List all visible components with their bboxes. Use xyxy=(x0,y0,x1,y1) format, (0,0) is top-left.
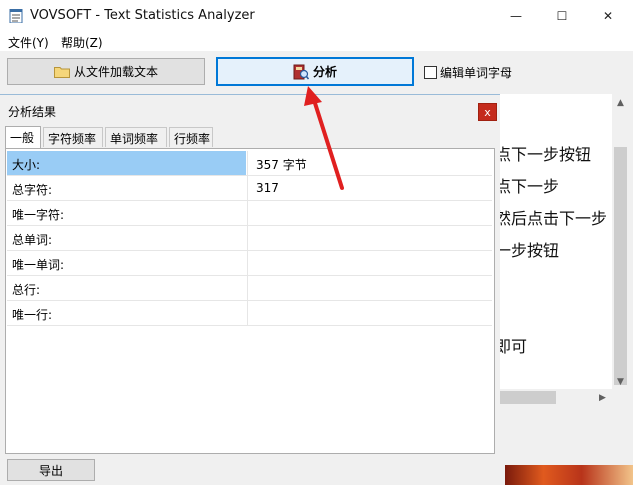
text-line: 点下一步 xyxy=(495,177,560,196)
stat-label: 总字符: xyxy=(12,183,53,197)
export-label: 导出 xyxy=(38,463,63,478)
stat-value xyxy=(247,276,492,300)
app-window: VOVSOFT - Text Statistics Analyzer — ☐ ✕… xyxy=(0,0,633,485)
close-icon: ✕ xyxy=(602,9,614,23)
table-row[interactable]: 总字符: 317 xyxy=(7,176,492,201)
vertical-scroll-thumb[interactable] xyxy=(614,147,627,385)
load-from-file-label: 从文件加载文本 xyxy=(73,65,158,79)
menu-help[interactable]: 帮助(Z) xyxy=(61,34,103,51)
analyze-label: 分析 xyxy=(312,65,337,79)
close-window-button[interactable]: ✕ xyxy=(585,0,631,32)
minimize-icon: — xyxy=(510,9,522,23)
results-close-button[interactable]: x xyxy=(478,103,497,121)
close-icon: x xyxy=(484,105,491,119)
stat-value xyxy=(247,201,492,225)
tab-word-frequency[interactable]: 单词频率 xyxy=(105,127,167,147)
analysis-results-panel: 分析结果 x 一般 字符频率 单词频率 行频率 大小: 357 字节 总字符: … xyxy=(0,94,500,485)
stat-value xyxy=(247,301,492,325)
horizontal-scroll-thumb[interactable] xyxy=(497,391,556,404)
scroll-up-icon[interactable]: ▲ xyxy=(612,94,629,111)
menu-bar: 文件(Y) 帮助(Z) xyxy=(0,32,633,51)
annotation-arrow xyxy=(304,86,344,190)
window-title: VOVSOFT - Text Statistics Analyzer xyxy=(30,8,255,23)
load-from-file-button[interactable]: 从文件加载文本 xyxy=(7,58,205,85)
menu-file[interactable]: 文件(Y) xyxy=(8,34,49,51)
export-button[interactable]: 导出 xyxy=(7,459,95,481)
results-title: 分析结果 xyxy=(8,105,57,119)
table-row[interactable]: 唯一单词: xyxy=(7,251,492,276)
stat-label: 唯一单词: xyxy=(12,258,65,272)
maximize-icon: ☐ xyxy=(556,9,568,23)
stat-label: 唯一字符: xyxy=(12,208,65,222)
analyze-button[interactable]: 分析 xyxy=(216,57,414,86)
edit-word-letters-label: 编辑单词字母 xyxy=(440,66,513,80)
stat-label: 唯一行: xyxy=(12,308,53,322)
maximize-button[interactable]: ☐ xyxy=(539,0,585,32)
tab-char-frequency[interactable]: 字符频率 xyxy=(43,127,103,147)
text-editor-area[interactable]: 点下一步按钮 点下一步 然后点击下一步 一步按钮 即可 xyxy=(494,94,612,406)
title-bar: VOVSOFT - Text Statistics Analyzer — ☐ ✕ xyxy=(0,0,633,32)
stat-label: 大小: xyxy=(7,151,246,175)
stat-value: 357 字节 xyxy=(247,151,492,175)
tab-line-frequency[interactable]: 行频率 xyxy=(169,127,213,147)
table-row[interactable]: 唯一字符: xyxy=(7,201,492,226)
stat-label: 总单词: xyxy=(12,233,53,247)
text-line: 一步按钮 xyxy=(495,241,560,260)
table-row[interactable]: 总行: xyxy=(7,276,492,301)
stat-label: 总行: xyxy=(12,283,41,297)
stats-grid[interactable]: 大小: 357 字节 总字符: 317 唯一字符: 总单词: 唯一单词: 总行: xyxy=(5,148,495,454)
stat-value: 317 xyxy=(247,176,492,200)
edit-word-letters-checkbox[interactable] xyxy=(424,66,437,79)
scroll-right-icon[interactable]: ▶ xyxy=(594,389,611,406)
table-row[interactable]: 总单词: xyxy=(7,226,492,251)
background-image-fragment xyxy=(505,465,633,485)
folder-icon xyxy=(53,66,70,78)
table-row[interactable]: 大小: 357 字节 xyxy=(7,151,492,176)
scroll-down-icon[interactable]: ▼ xyxy=(612,373,629,390)
edit-word-letters-option[interactable]: 编辑单词字母 xyxy=(424,64,512,81)
text-line: 点下一步按钮 xyxy=(495,145,592,164)
table-row[interactable]: 唯一行: xyxy=(7,301,492,326)
analyze-book-icon xyxy=(293,64,309,79)
stat-value xyxy=(247,251,492,275)
minimize-button[interactable]: — xyxy=(493,0,539,32)
vertical-scrollbar[interactable]: ▲ ▼ xyxy=(612,94,629,406)
text-line: 然后点击下一步 xyxy=(495,209,608,228)
horizontal-scrollbar[interactable]: ▶ xyxy=(494,389,612,406)
app-icon xyxy=(9,9,23,23)
tab-general[interactable]: 一般 xyxy=(5,126,41,148)
stat-value xyxy=(247,226,492,250)
